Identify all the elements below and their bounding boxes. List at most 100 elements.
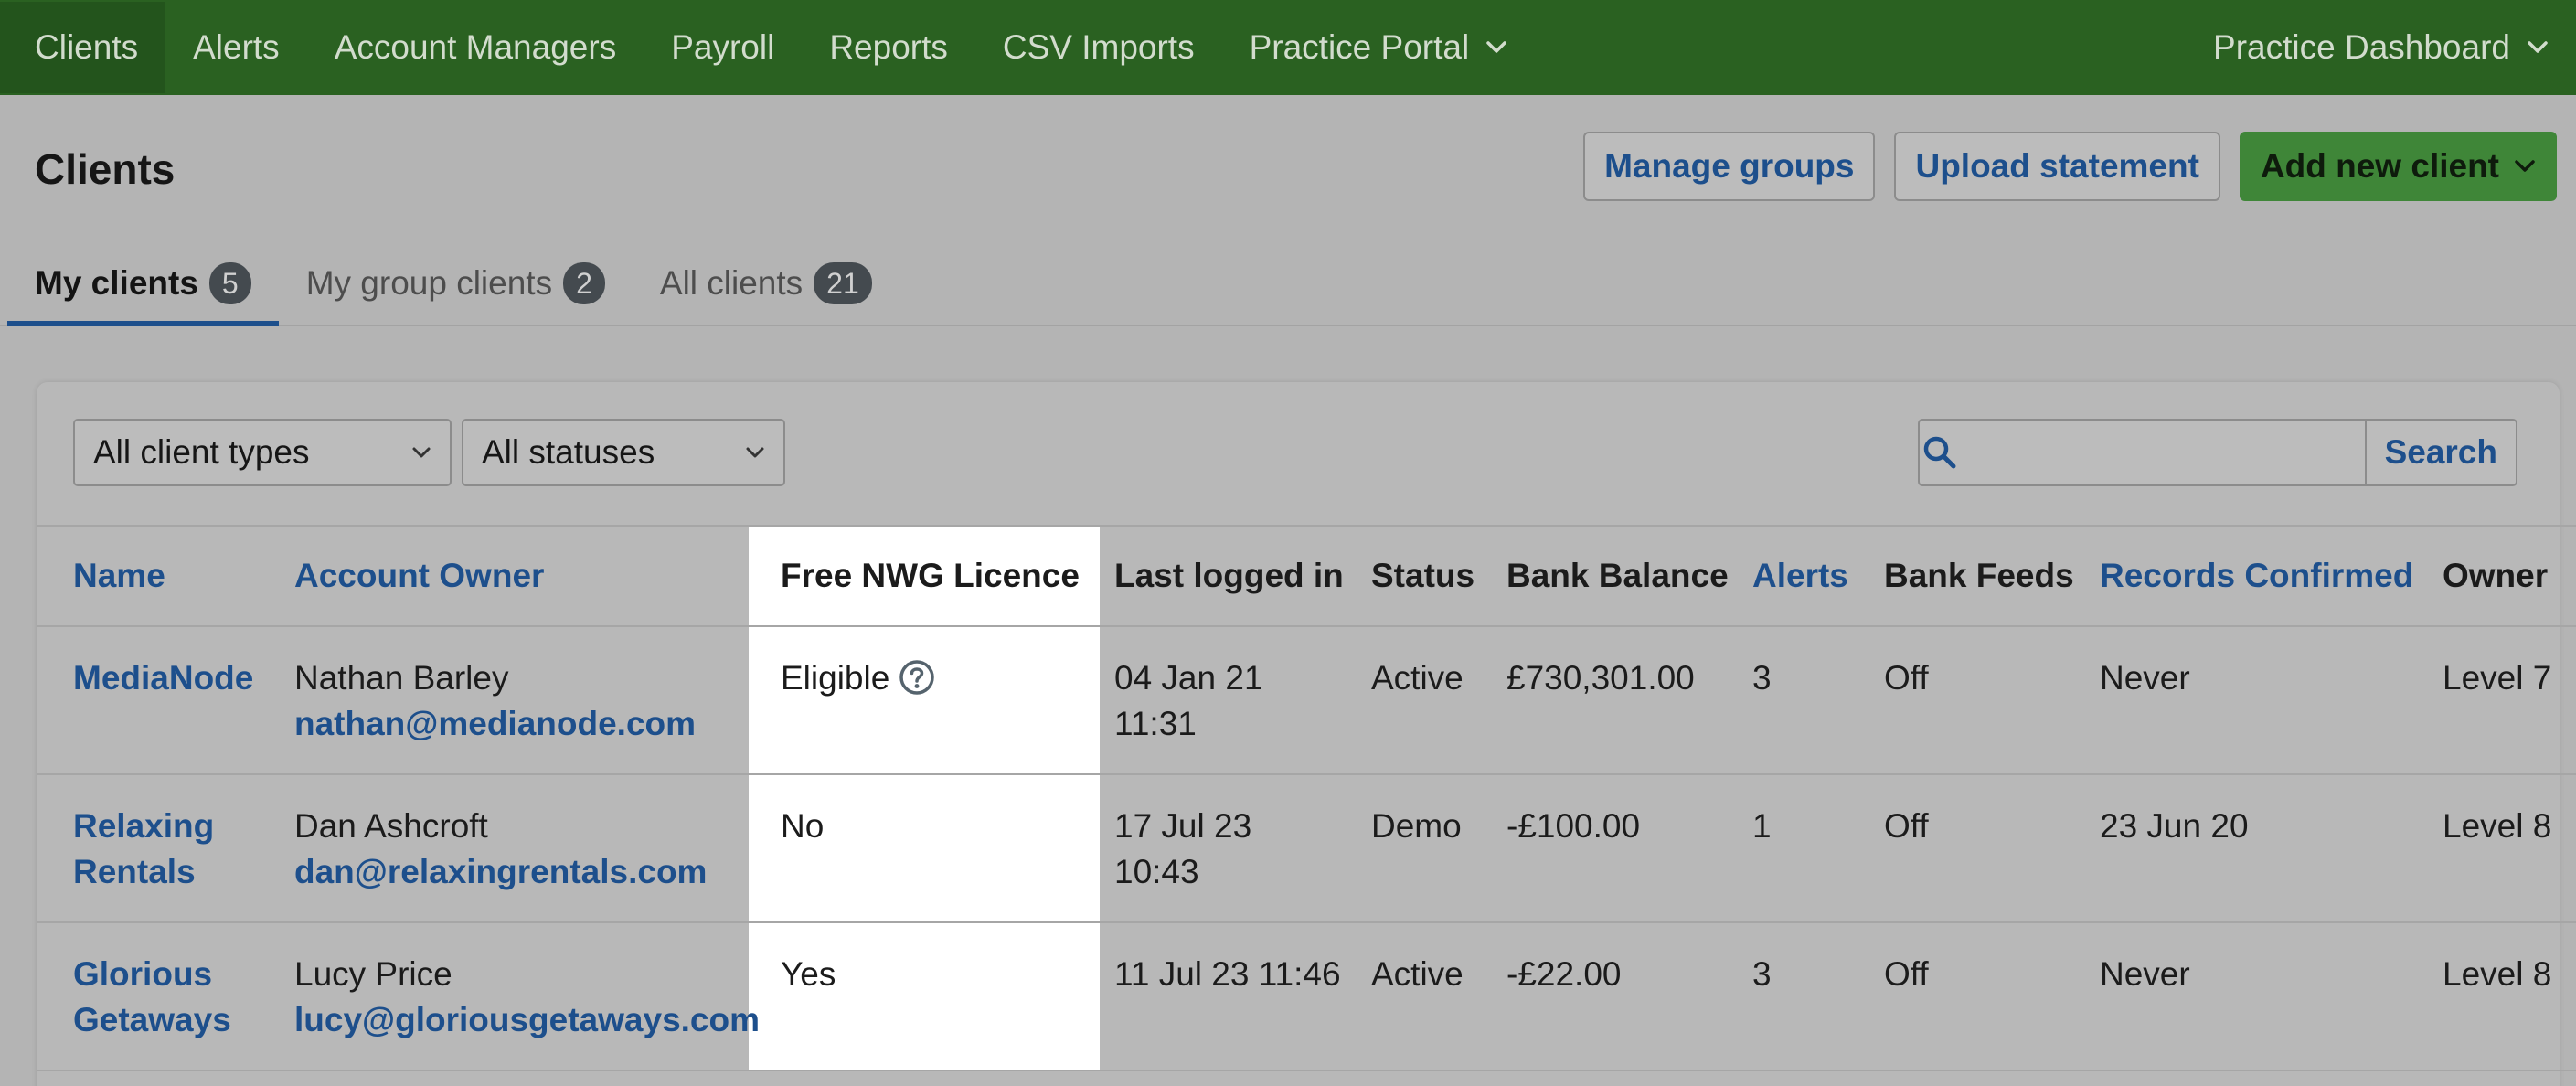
column-header-bank-feeds: Bank Feeds <box>1884 557 2074 594</box>
button-label: Manage groups <box>1604 147 1855 185</box>
count-badge: 5 <box>208 261 251 304</box>
records-confirmed-cell: Never <box>2100 659 2190 697</box>
column-header-owner: Owner <box>2443 557 2549 594</box>
column-header-last-logged-in: Last logged in <box>1114 557 1344 594</box>
owner-name: Lucy Price <box>294 955 452 993</box>
page-title: Clients <box>35 145 176 193</box>
nav-item-label: Reports <box>829 28 948 66</box>
owner-cell: Level 8 <box>2443 807 2552 845</box>
header-actions: Manage groups Upload statement Add new c… <box>1583 132 2557 201</box>
owner-name: Dan Ashcroft <box>294 807 488 845</box>
records-confirmed-cell: 23 Jun 20 <box>2100 807 2249 845</box>
nav-item-reports[interactable]: Reports <box>802 2 975 93</box>
records-confirmed-cell: Never <box>2100 955 2190 993</box>
tab-my-group-clients[interactable]: My group clients 2 <box>279 240 633 326</box>
last-logged-time: 11:31 <box>1114 705 1197 742</box>
nav-item-label: Practice Portal <box>1249 28 1470 66</box>
select-value: All statuses <box>482 433 655 471</box>
client-name-line: Glorious <box>73 955 213 993</box>
chevron-down-icon <box>2514 159 2536 174</box>
button-label: Upload statement <box>1915 147 2199 185</box>
last-logged-in-cell: 04 Jan 21 11:31 <box>1114 655 1263 747</box>
row-divider <box>37 773 2576 775</box>
column-header-account-owner[interactable]: Account Owner <box>294 525 544 627</box>
nav-item-clients[interactable]: Clients <box>0 2 166 93</box>
status-cell: Demo <box>1371 807 1462 845</box>
nav-item-label: CSV Imports <box>1002 28 1195 66</box>
bank-feeds-cell: Off <box>1884 659 1929 697</box>
last-logged-time: 10:43 <box>1114 853 1199 890</box>
nav-item-alerts[interactable]: Alerts <box>165 2 307 93</box>
alerts-cell: 3 <box>1752 659 1772 697</box>
nav-item-practice-dashboard[interactable]: Practice Dashboard <box>2186 2 2576 93</box>
client-name-line: Getaways <box>73 1001 231 1038</box>
account-owner-cell: Lucy Price lucy@gloriousgetaways.com <box>294 952 760 1043</box>
bank-balance-cell: -£100.00 <box>1506 807 1641 845</box>
status-select[interactable]: All statuses <box>462 419 785 486</box>
last-logged-date: 17 Jul 23 <box>1114 807 1252 845</box>
search-icon <box>1920 421 1960 484</box>
count-badge: 21 <box>814 261 872 304</box>
search-bar: Search <box>1918 419 2517 486</box>
upload-statement-button[interactable]: Upload statement <box>1894 132 2220 201</box>
alerts-cell: 1 <box>1752 807 1772 845</box>
row-divider <box>37 625 2576 627</box>
column-header-alerts[interactable]: Alerts <box>1752 525 1848 627</box>
licence-cell: Eligible <box>781 655 935 701</box>
tab-label: My clients <box>35 263 198 302</box>
nav-item-account-managers[interactable]: Account Managers <box>307 2 644 93</box>
client-name-line: Relaxing <box>73 807 215 845</box>
tab-label: My group clients <box>305 263 553 302</box>
tab-my-clients[interactable]: My clients 5 <box>7 240 279 326</box>
button-label: Add new client <box>2260 147 2499 185</box>
account-owner-cell: Nathan Barley nathan@medianode.com <box>294 655 696 747</box>
nav-item-label: Alerts <box>193 28 280 66</box>
nav-item-csv-imports[interactable]: CSV Imports <box>975 2 1222 93</box>
manage-groups-button[interactable]: Manage groups <box>1583 132 1876 201</box>
column-header-status: Status <box>1371 557 1475 594</box>
nav-item-practice-portal[interactable]: Practice Portal <box>1222 2 1536 93</box>
nav-item-label: Clients <box>35 28 139 66</box>
alerts-cell: 3 <box>1752 955 1772 993</box>
client-name-link[interactable]: MediaNode <box>73 655 253 701</box>
owner-cell: Level 8 <box>2443 955 2552 993</box>
question-circle-icon[interactable] <box>899 659 935 696</box>
row-divider <box>37 921 2576 923</box>
bank-balance-cell: £730,301.00 <box>1506 659 1695 697</box>
licence-value: Eligible <box>781 659 890 697</box>
select-value: All client types <box>93 433 310 471</box>
column-header-records-confirmed[interactable]: Records Confirmed <box>2100 525 2413 627</box>
owner-cell: Level 7 <box>2443 659 2552 697</box>
client-name-link[interactable]: Relaxing Rentals <box>73 804 214 895</box>
nav-item-payroll[interactable]: Payroll <box>644 2 802 93</box>
column-header-name[interactable]: Name <box>73 525 165 627</box>
client-name-line: Rentals <box>73 853 196 890</box>
chevron-down-icon <box>2527 40 2549 55</box>
search-button[interactable]: Search <box>2364 421 2516 484</box>
tab-label: All clients <box>659 263 804 302</box>
tab-all-clients[interactable]: All clients 21 <box>633 240 899 326</box>
client-tabs: My clients 5 My group clients 2 All clie… <box>7 240 2576 326</box>
last-logged-in-cell: 17 Jul 23 10:43 <box>1114 804 1251 895</box>
client-name: MediaNode <box>73 659 254 697</box>
client-type-select[interactable]: All client types <box>73 419 452 486</box>
client-name-link[interactable]: Glorious Getaways <box>73 952 231 1043</box>
bank-balance-cell: -£22.00 <box>1506 955 1622 993</box>
owner-name: Nathan Barley <box>294 659 509 697</box>
add-new-client-button[interactable]: Add new client <box>2239 132 2557 201</box>
bank-feeds-cell: Off <box>1884 955 1929 993</box>
account-owner-cell: Dan Ashcroft dan@relaxingrentals.com <box>294 804 707 895</box>
chevron-down-icon <box>745 446 765 459</box>
owner-email-link[interactable]: dan@relaxingrentals.com <box>294 849 707 895</box>
bank-feeds-cell: Off <box>1884 807 1929 845</box>
owner-email-link[interactable]: lucy@gloriousgetaways.com <box>294 997 760 1043</box>
owner-email-link[interactable]: nathan@medianode.com <box>294 701 696 747</box>
column-header-bank-balance: Bank Balance <box>1506 557 1729 594</box>
search-input[interactable] <box>1959 421 2365 484</box>
status-cell: Active <box>1371 955 1464 993</box>
nav-item-label: Account Managers <box>334 28 617 66</box>
column-header-free-nwg-licence: Free NWG Licence <box>781 557 1080 594</box>
last-logged-in-cell: 11 Jul 23 11:46 <box>1114 955 1341 993</box>
top-navigation: Clients Alerts Account Managers Payroll … <box>0 0 2576 95</box>
licence-cell: No <box>781 807 825 845</box>
